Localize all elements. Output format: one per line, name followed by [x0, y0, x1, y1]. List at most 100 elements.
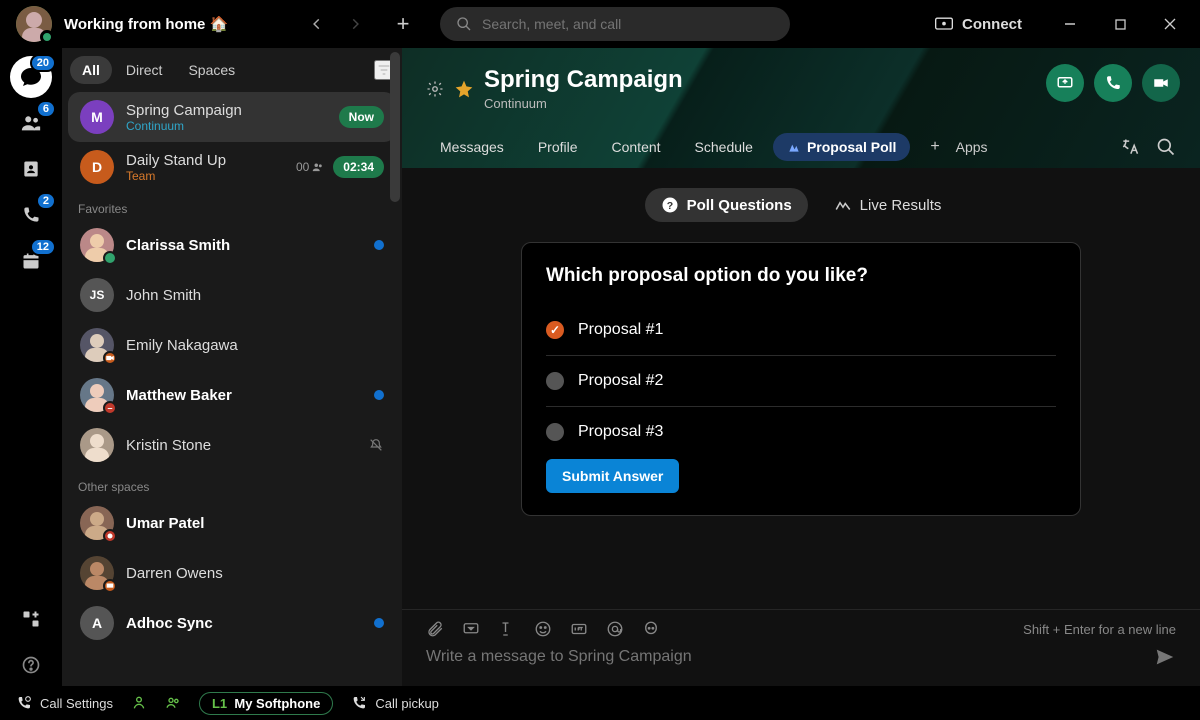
- participant-count: 00: [296, 160, 325, 174]
- tab-schedule[interactable]: Schedule: [681, 133, 767, 161]
- calendar-badge: 12: [30, 238, 56, 256]
- option-label: Proposal #1: [578, 321, 663, 339]
- space-item-daily-standup[interactable]: D Daily Stand UpTeam 00 02:34: [68, 142, 396, 192]
- status-bar: Call Settings L1 My Softphone Call picku…: [0, 686, 1200, 720]
- rail-teams-button[interactable]: 6: [10, 102, 52, 144]
- tab-proposal-poll[interactable]: Proposal Poll: [773, 133, 910, 161]
- gif-icon[interactable]: [570, 620, 588, 638]
- connect-button[interactable]: Connect: [930, 12, 1026, 37]
- camera-overlay-icon: [103, 351, 117, 365]
- space-tabs-strip: Messages Profile Content Schedule Propos…: [426, 126, 1176, 168]
- mention-icon[interactable]: [606, 620, 624, 638]
- unread-indicator: [374, 240, 384, 250]
- audio-call-button[interactable]: [1094, 64, 1132, 102]
- space-tab-all[interactable]: All: [70, 56, 112, 84]
- person-avatar: JS: [80, 278, 114, 312]
- tab-messages[interactable]: Messages: [426, 133, 518, 161]
- person-name: Kristin Stone: [126, 437, 211, 454]
- question-icon: ?: [661, 196, 679, 214]
- space-item-spring-campaign[interactable]: M Spring CampaignContinuum Now: [68, 92, 396, 142]
- person-avatar: [80, 228, 114, 262]
- window-maximize-button[interactable]: [1098, 8, 1142, 40]
- queue-2-button[interactable]: [165, 695, 181, 711]
- radio-icon: [546, 372, 564, 390]
- space-item-emily[interactable]: Emily Nakagawa: [68, 320, 396, 370]
- subtab-results[interactable]: Live Results: [818, 188, 958, 222]
- person-name: John Smith: [126, 287, 201, 304]
- search-in-space-icon[interactable]: [1156, 137, 1176, 157]
- scrollbar[interactable]: [388, 48, 402, 686]
- recording-overlay-icon: [103, 529, 117, 543]
- composer-hint: Shift + Enter for a new line: [1023, 622, 1176, 637]
- nav-forward-button[interactable]: [338, 7, 372, 41]
- space-item-umar[interactable]: Umar Patel: [68, 498, 396, 548]
- nav-back-button[interactable]: [300, 7, 334, 41]
- search-input[interactable]: [482, 16, 774, 32]
- space-item-adhoc[interactable]: A Adhoc Sync: [68, 598, 396, 648]
- poll-option-1[interactable]: Proposal #1: [546, 305, 1056, 356]
- space-tab-spaces[interactable]: Spaces: [176, 56, 247, 84]
- person-name: Clarissa Smith: [126, 237, 230, 254]
- conversation-pane: Spring Campaign Continuum Messages Profi…: [402, 48, 1200, 686]
- subtab-questions[interactable]: ?Poll Questions: [645, 188, 808, 222]
- unread-indicator: [374, 390, 384, 400]
- self-avatar[interactable]: [16, 6, 52, 42]
- space-subtitle: Continuum: [126, 119, 242, 133]
- section-favorites: Favorites: [62, 192, 402, 220]
- space-item-darren[interactable]: Darren Owens: [68, 548, 396, 598]
- svg-text:?: ?: [666, 200, 672, 212]
- tab-add-apps[interactable]: + Apps: [916, 132, 1001, 162]
- composer-input[interactable]: [426, 642, 1154, 672]
- presence-dnd-icon: –: [103, 401, 117, 415]
- muted-icon: [368, 437, 384, 453]
- person-name: Umar Patel: [126, 515, 204, 532]
- attach-icon[interactable]: [426, 620, 444, 638]
- softphone-button[interactable]: L1 My Softphone: [199, 692, 333, 715]
- person-name: Darren Owens: [126, 565, 223, 582]
- window-close-button[interactable]: [1148, 8, 1192, 40]
- option-label: Proposal #3: [578, 423, 663, 441]
- space-item-clarissa[interactable]: Clarissa Smith: [68, 220, 396, 270]
- rail-chat-button[interactable]: 20: [10, 56, 52, 98]
- video-call-button[interactable]: [1142, 64, 1180, 102]
- chat-badge: 20: [30, 54, 56, 72]
- format-icon[interactable]: [498, 620, 516, 638]
- poll-question: Which proposal option do you like?: [546, 265, 1056, 287]
- rail-help-button[interactable]: [10, 644, 52, 686]
- space-item-kristin[interactable]: Kristin Stone: [68, 420, 396, 470]
- emoji-icon[interactable]: [534, 620, 552, 638]
- star-icon[interactable]: [454, 79, 474, 99]
- screencap-icon[interactable]: [462, 620, 480, 638]
- rail-contacts-button[interactable]: [10, 148, 52, 190]
- new-button[interactable]: +: [386, 7, 420, 41]
- submit-answer-button[interactable]: Submit Answer: [546, 459, 679, 493]
- search-box[interactable]: [440, 7, 790, 41]
- queue-1-button[interactable]: [131, 695, 147, 711]
- space-name: Spring Campaign: [126, 102, 242, 119]
- screenshare-overlay-icon: [103, 579, 117, 593]
- presence-active-icon: [40, 30, 54, 44]
- self-status-text[interactable]: Working from home 🏠: [64, 15, 228, 33]
- translate-icon[interactable]: [1120, 137, 1140, 157]
- tab-profile[interactable]: Profile: [524, 133, 592, 161]
- screenshare-button[interactable]: [1046, 64, 1084, 102]
- call-settings-button[interactable]: Call Settings: [16, 695, 113, 711]
- now-badge: Now: [339, 106, 384, 128]
- poll-option-2[interactable]: Proposal #2: [546, 356, 1056, 407]
- spaces-panel: All Direct Spaces M Spring CampaignConti…: [62, 48, 402, 686]
- poll-card: Which proposal option do you like? Propo…: [521, 242, 1081, 516]
- bitmoji-icon[interactable]: [642, 620, 660, 638]
- rail-calls-button[interactable]: 2: [10, 194, 52, 236]
- rail-calendar-button[interactable]: 12: [10, 240, 52, 282]
- space-item-matthew[interactable]: – Matthew Baker: [68, 370, 396, 420]
- send-button[interactable]: [1154, 646, 1176, 668]
- call-pickup-button[interactable]: Call pickup: [351, 695, 439, 711]
- space-item-john[interactable]: JS John Smith: [68, 270, 396, 320]
- space-tab-direct[interactable]: Direct: [114, 56, 175, 84]
- gear-icon[interactable]: [426, 80, 444, 98]
- tab-content[interactable]: Content: [598, 133, 675, 161]
- rail-apps-button[interactable]: [10, 598, 52, 640]
- radio-icon: [546, 423, 564, 441]
- window-minimize-button[interactable]: [1048, 8, 1092, 40]
- poll-option-3[interactable]: Proposal #3: [546, 407, 1056, 451]
